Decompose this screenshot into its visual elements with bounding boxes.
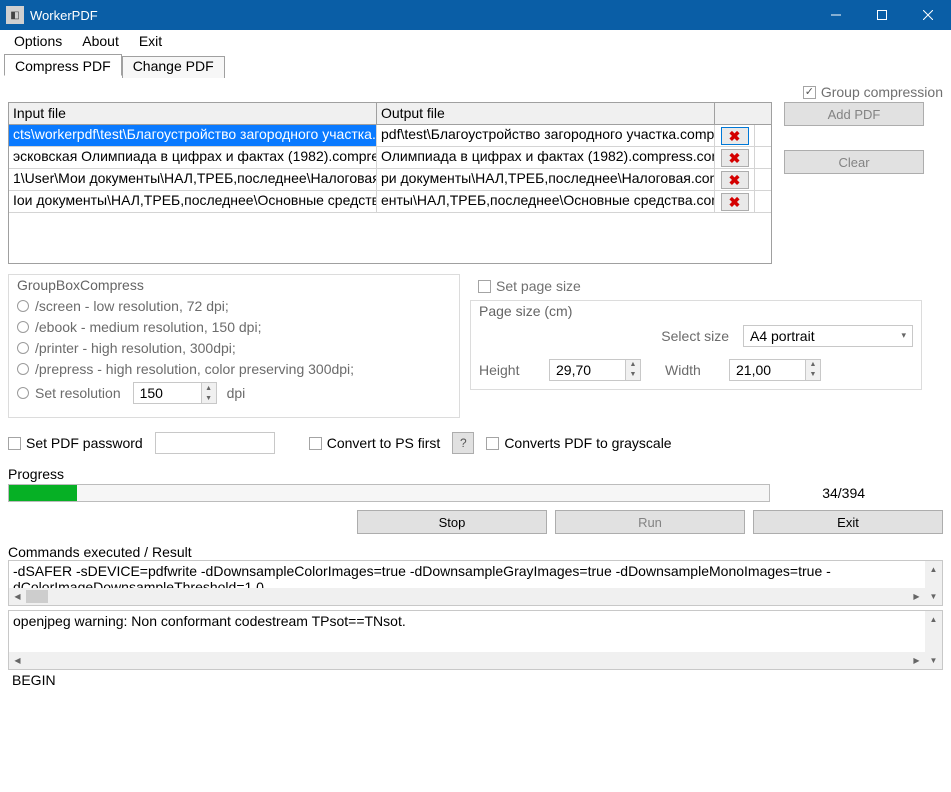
status-bar: BEGIN <box>8 670 943 690</box>
groupbox-compress: GroupBoxCompress /screen - low resolutio… <box>8 274 460 418</box>
dpi-stepper[interactable]: ▲▼ <box>133 382 217 404</box>
menu-exit[interactable]: Exit <box>129 31 172 51</box>
delete-row-button[interactable]: ✖ <box>721 171 749 189</box>
add-pdf-button[interactable]: Add PDF <box>784 102 924 126</box>
convert-to-ps-checkbox[interactable]: Convert to PS first <box>309 435 441 451</box>
groupbox-pagesize: Page size (cm) Select size A4 portrait ▾… <box>470 300 922 390</box>
check-icon: ✓ <box>803 86 816 99</box>
radio-ebook[interactable]: /ebook - medium resolution, 150 dpi; <box>17 319 451 335</box>
app-icon: ◧ <box>6 6 24 24</box>
page-size-select[interactable]: A4 portrait ▾ <box>743 325 913 347</box>
height-input[interactable] <box>549 359 625 381</box>
x-icon: ✖ <box>729 129 741 143</box>
grid-header: Input file Output file <box>9 103 771 125</box>
tab-strip: Compress PDF Change PDF <box>0 54 951 78</box>
clear-button[interactable]: Clear <box>784 150 924 174</box>
radio-screen[interactable]: /screen - low resolution, 72 dpi; <box>17 298 451 314</box>
exit-button[interactable]: Exit <box>753 510 943 534</box>
client-area: ✓ Group compression Input file Output fi… <box>0 78 951 538</box>
run-button[interactable]: Run <box>555 510 745 534</box>
help-button[interactable]: ? <box>452 432 474 454</box>
chevron-up-icon: ▲ <box>925 611 942 628</box>
chevron-up-icon[interactable]: ▲ <box>806 360 820 370</box>
select-size-label: Select size <box>661 328 729 344</box>
chevron-left-icon: ◀ <box>9 652 26 669</box>
checkbox-icon <box>478 280 491 293</box>
maximize-button[interactable] <box>859 0 905 30</box>
chevron-down-icon: ▼ <box>925 588 942 605</box>
pdf-password-input[interactable] <box>155 432 275 454</box>
chevron-right-icon: ▶ <box>908 588 925 605</box>
commands-log[interactable]: -dSAFER -sDEVICE=pdfwrite -dDownsampleCo… <box>8 560 943 606</box>
dpi-input[interactable] <box>133 382 201 404</box>
progress-bar <box>8 484 770 502</box>
group-compression-checkbox[interactable]: ✓ Group compression <box>803 84 943 100</box>
window-title: WorkerPDF <box>30 8 813 23</box>
col-output[interactable]: Output file <box>377 103 715 124</box>
log-label: Commands executed / Result <box>8 544 943 560</box>
chevron-down-icon[interactable]: ▼ <box>626 370 640 380</box>
menubar: Options About Exit <box>0 30 951 52</box>
result-log[interactable]: openjpeg warning: Non conformant codestr… <box>8 610 943 670</box>
x-icon: ✖ <box>729 195 741 209</box>
chevron-up-icon[interactable]: ▲ <box>202 383 216 393</box>
radio-set-resolution[interactable]: Set resolution ▲▼ dpi <box>17 382 451 404</box>
col-delete <box>715 103 755 124</box>
chevron-up-icon[interactable]: ▲ <box>626 360 640 370</box>
chevron-down-icon: ▼ <box>925 652 942 669</box>
close-button[interactable] <box>905 0 951 30</box>
height-stepper[interactable]: ▲▼ <box>549 359 641 381</box>
height-label: Height <box>479 362 535 378</box>
width-input[interactable] <box>729 359 805 381</box>
menu-about[interactable]: About <box>72 31 129 51</box>
tab-change-pdf[interactable]: Change PDF <box>122 56 225 78</box>
x-icon: ✖ <box>729 151 741 165</box>
set-pdf-password-checkbox[interactable]: Set PDF password <box>8 435 143 451</box>
table-row[interactable]: эсковская Олимпиада в цифрах и фактах (1… <box>9 147 771 169</box>
progress-text: 34/394 <box>774 485 914 501</box>
compress-legend: GroupBoxCompress <box>17 277 451 293</box>
hscrollbar[interactable]: ◀▶ <box>9 588 925 605</box>
chevron-down-icon: ▾ <box>901 330 906 341</box>
menu-options[interactable]: Options <box>4 31 72 51</box>
vscrollbar[interactable]: ▲▼ <box>925 561 942 605</box>
chevron-left-icon: ◀ <box>9 588 26 605</box>
table-row[interactable]: 1\User\Мои документы\НАЛ,ТРЕБ,последнее\… <box>9 169 771 191</box>
radio-prepress[interactable]: /prepress - high resolution, color prese… <box>17 361 451 377</box>
chevron-up-icon: ▲ <box>925 561 942 578</box>
table-row[interactable]: Іои документы\НАЛ,ТРЕБ,последнее\Основны… <box>9 191 771 213</box>
chevron-down-icon[interactable]: ▼ <box>202 393 216 403</box>
chevron-right-icon: ▶ <box>908 652 925 669</box>
col-input[interactable]: Input file <box>9 103 377 124</box>
delete-row-button[interactable]: ✖ <box>721 127 749 145</box>
x-icon: ✖ <box>729 173 741 187</box>
tab-compress-pdf[interactable]: Compress PDF <box>4 54 122 76</box>
group-compression-label: Group compression <box>821 84 943 100</box>
width-stepper[interactable]: ▲▼ <box>729 359 821 381</box>
set-page-size-checkbox[interactable]: Set page size <box>478 278 581 294</box>
chevron-down-icon[interactable]: ▼ <box>806 370 820 380</box>
stop-button[interactable]: Stop <box>357 510 547 534</box>
progress-label: Progress <box>8 466 943 482</box>
file-grid[interactable]: Input file Output file cts\workerpdf\tes… <box>8 102 772 264</box>
vscrollbar[interactable]: ▲▼ <box>925 611 942 669</box>
grayscale-checkbox[interactable]: Converts PDF to grayscale <box>486 435 671 451</box>
delete-row-button[interactable]: ✖ <box>721 149 749 167</box>
minimize-button[interactable] <box>813 0 859 30</box>
pagesize-legend: Page size (cm) <box>479 303 913 319</box>
table-row[interactable]: cts\workerpdf\test\Благоустройство загор… <box>9 125 771 147</box>
hscrollbar[interactable]: ◀▶ <box>9 652 925 669</box>
titlebar: ◧ WorkerPDF <box>0 0 951 30</box>
delete-row-button[interactable]: ✖ <box>721 193 749 211</box>
radio-printer[interactable]: /printer - high resolution, 300dpi; <box>17 340 451 356</box>
width-label: Width <box>665 362 715 378</box>
